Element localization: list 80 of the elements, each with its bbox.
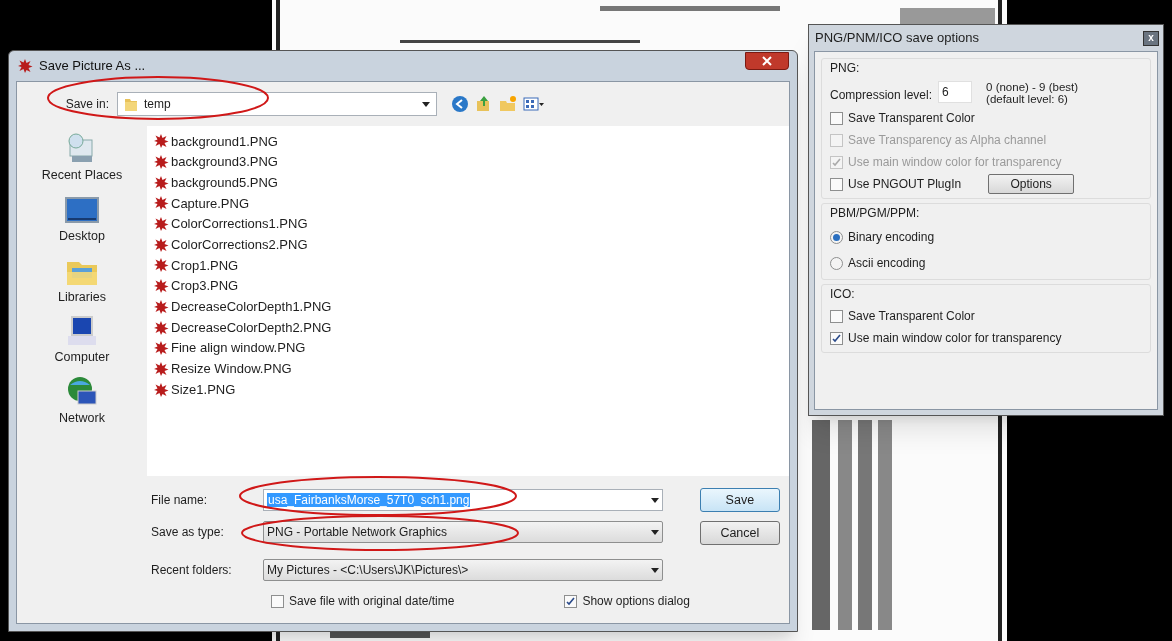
checkbox-label: Use PNGOUT PlugIn — [848, 176, 962, 193]
place-item[interactable]: Network — [59, 375, 105, 428]
file-item[interactable]: ColorCorrections1.PNG — [153, 213, 789, 235]
checkbox-label: Save Transparent Color — [848, 110, 975, 127]
radio-label: Binary encoding — [848, 229, 935, 246]
checkbox[interactable] — [830, 331, 843, 345]
group-heading: PNG: — [830, 60, 861, 77]
checkbox-label: Save Transparency as Alpha channel — [848, 132, 1047, 149]
close-button[interactable]: x — [1143, 30, 1159, 46]
file-type-dropdown[interactable]: PNG - Portable Network Graphics — [263, 521, 663, 543]
file-item[interactable]: Resize Window.PNG — [153, 358, 789, 380]
file-icon — [153, 195, 169, 212]
checkbox-label: Save Transparent Color — [848, 308, 975, 325]
splat-icon — [17, 58, 33, 74]
file-icon — [153, 381, 169, 398]
file-item[interactable]: DecreaseColorDepth1.PNG — [153, 296, 789, 318]
file-icon — [153, 298, 169, 315]
place-item[interactable]: Recent Places — [41, 132, 123, 185]
file-icon — [153, 154, 169, 171]
dropdown-arrow-icon[interactable] — [422, 101, 430, 107]
view-menu-icon[interactable] — [523, 95, 545, 113]
checkbox-label: Use main window color for transparency — [848, 330, 1062, 347]
dropdown-arrow-icon[interactable] — [651, 567, 659, 573]
place-item[interactable]: Libraries — [58, 253, 106, 307]
file-item[interactable]: background5.PNG — [153, 172, 789, 194]
file-icon — [153, 216, 169, 233]
folder-name: temp — [144, 96, 172, 113]
radio-label: Ascii encoding — [848, 255, 926, 272]
save-button[interactable]: Save — [699, 488, 780, 512]
file-icon — [153, 174, 169, 191]
group-heading: ICO: — [830, 286, 856, 303]
checkbox[interactable] — [830, 111, 843, 125]
field-label: Save in: — [64, 96, 109, 113]
checkbox[interactable] — [564, 594, 578, 608]
default-note: (default level: 6) — [986, 93, 1069, 105]
field-label: Compression level: — [830, 87, 933, 104]
close-button[interactable] — [745, 52, 789, 70]
place-item[interactable]: Computer — [54, 314, 110, 367]
file-icon — [153, 257, 169, 274]
field-label: File name: — [150, 492, 209, 509]
file-icon — [153, 340, 169, 357]
file-icon — [153, 236, 169, 253]
file-item[interactable]: Size1.PNG — [153, 379, 789, 400]
compression-field[interactable]: 6 — [938, 81, 973, 103]
window-title: Save Picture As ... — [39, 57, 146, 76]
recent-folders-dropdown[interactable]: My Pictures - <C:\Users\JK\Pictures\> — [263, 559, 663, 581]
back-icon[interactable] — [451, 95, 469, 113]
dropdown-arrow-icon[interactable] — [651, 529, 659, 535]
folder-dropdown[interactable]: temp — [117, 92, 437, 116]
file-icon — [153, 133, 169, 150]
file-icon — [153, 278, 169, 295]
file-item[interactable]: background1.PNG — [153, 131, 789, 152]
file-icon — [153, 360, 169, 377]
options-button[interactable]: Options — [988, 174, 1075, 194]
cancel-button[interactable]: Cancel — [699, 521, 780, 545]
range-note: 0 (none) - 9 (best) — [986, 81, 1079, 93]
checkbox[interactable] — [830, 309, 843, 323]
file-item[interactable]: background3.PNG — [153, 151, 789, 173]
file-item[interactable]: DecreaseColorDepth2.PNG — [153, 317, 789, 338]
file-item[interactable]: Crop3.PNG — [153, 275, 789, 297]
file-item[interactable]: ColorCorrections2.PNG — [153, 234, 789, 256]
checkbox[interactable] — [830, 177, 843, 191]
file-item[interactable]: Fine align window.PNG — [153, 337, 789, 359]
close-icon — [762, 56, 772, 66]
checkbox-label: Use main window color for transparency — [848, 154, 1062, 171]
file-item[interactable]: Capture.PNG — [153, 193, 789, 214]
window-title: PNG/PNM/ICO save options — [815, 29, 980, 48]
checkbox[interactable] — [271, 594, 284, 608]
field-label: Save as type: — [150, 524, 225, 541]
place-item[interactable]: Desktop — [59, 192, 105, 246]
radio-button[interactable] — [830, 256, 843, 270]
checkbox-label: Show options dialog — [582, 593, 690, 610]
radio-button[interactable] — [830, 230, 843, 244]
file-item[interactable]: Crop1.PNG — [153, 255, 789, 276]
file-icon — [153, 319, 169, 336]
dropdown-arrow-icon[interactable] — [651, 497, 659, 503]
group-heading: PBM/PGM/PPM: — [830, 205, 921, 222]
checkbox-label: Save file with original date/time — [289, 593, 455, 610]
folder-icon — [124, 96, 138, 112]
field-label: Recent folders: — [150, 562, 233, 579]
